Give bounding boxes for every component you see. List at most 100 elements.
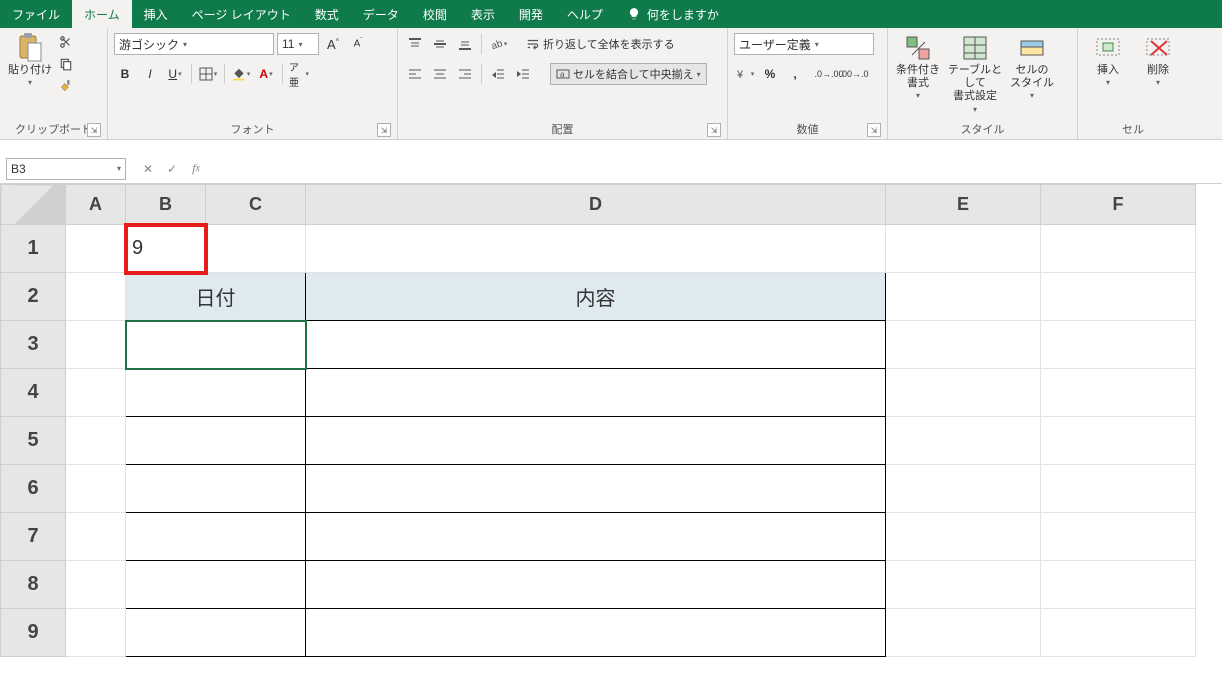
decrease-indent-button[interactable]	[487, 63, 509, 85]
tab-insert[interactable]: 挿入	[132, 0, 180, 28]
bold-button[interactable]: B	[114, 63, 136, 85]
cell-E7[interactable]	[886, 513, 1041, 561]
row-header-7[interactable]: 7	[1, 513, 66, 561]
cell-E2[interactable]	[886, 273, 1041, 321]
col-header-A[interactable]: A	[66, 185, 126, 225]
cell-D5[interactable]	[306, 417, 886, 465]
cell-F1[interactable]	[1041, 225, 1196, 273]
cell-F4[interactable]	[1041, 369, 1196, 417]
italic-button[interactable]: I	[139, 63, 161, 85]
merge-center-button[interactable]: a セルを結合して中央揃え ▾	[550, 63, 707, 85]
cell-F3[interactable]	[1041, 321, 1196, 369]
cell-F7[interactable]	[1041, 513, 1196, 561]
cell-D8[interactable]	[306, 561, 886, 609]
tab-developer[interactable]: 開発	[507, 0, 555, 28]
cell-A4[interactable]	[66, 369, 126, 417]
wrap-text-button[interactable]: 折り返して全体を表示する	[525, 33, 676, 55]
cell-B2C2[interactable]: 日付	[126, 273, 306, 321]
row-header-9[interactable]: 9	[1, 609, 66, 657]
cell-B6C6[interactable]	[126, 465, 306, 513]
comma-button[interactable]: ,	[784, 63, 806, 85]
tab-review[interactable]: 校閲	[411, 0, 459, 28]
align-bottom-button[interactable]	[454, 33, 476, 55]
tab-data[interactable]: データ	[351, 0, 411, 28]
accounting-format-button[interactable]: ¥	[734, 63, 756, 85]
name-box[interactable]: B3 ▾	[6, 158, 126, 180]
cut-button[interactable]	[56, 32, 76, 52]
copy-button[interactable]	[56, 54, 76, 74]
col-header-E[interactable]: E	[886, 185, 1041, 225]
tab-file[interactable]: ファイル	[0, 0, 72, 28]
tab-home[interactable]: ホーム	[72, 0, 132, 28]
cell-F2[interactable]	[1041, 273, 1196, 321]
col-header-F[interactable]: F	[1041, 185, 1196, 225]
fill-color-button[interactable]	[230, 63, 252, 85]
cell-E3[interactable]	[886, 321, 1041, 369]
tab-view[interactable]: 表示	[459, 0, 507, 28]
cancel-edit-button[interactable]: ✕	[136, 158, 160, 180]
number-format-select[interactable]: ユーザー定義▾	[734, 33, 874, 55]
cell-D2[interactable]: 内容	[306, 273, 886, 321]
col-header-D[interactable]: D	[306, 185, 886, 225]
number-launcher[interactable]: ⇲	[867, 123, 881, 137]
confirm-edit-button[interactable]: ✓	[160, 158, 184, 180]
cell-F9[interactable]	[1041, 609, 1196, 657]
increase-indent-button[interactable]	[512, 63, 534, 85]
cell-A6[interactable]	[66, 465, 126, 513]
increase-decimal-button[interactable]: .0→.00	[818, 63, 840, 85]
tab-help[interactable]: ヘルプ	[555, 0, 615, 28]
cell-B5C5[interactable]	[126, 417, 306, 465]
cell-B1[interactable]: 9	[126, 225, 206, 273]
cell-E5[interactable]	[886, 417, 1041, 465]
row-header-5[interactable]: 5	[1, 417, 66, 465]
format-as-table-button[interactable]: テーブルとして 書式設定▾	[944, 32, 1006, 116]
phonetic-button[interactable]: ア亜	[288, 63, 310, 85]
cell-C1[interactable]	[206, 225, 306, 273]
cell-E9[interactable]	[886, 609, 1041, 657]
align-middle-button[interactable]	[429, 33, 451, 55]
cell-styles-button[interactable]: セルの スタイル▾	[1008, 32, 1056, 103]
cell-D9[interactable]	[306, 609, 886, 657]
cell-D6[interactable]	[306, 465, 886, 513]
cell-A1[interactable]	[66, 225, 126, 273]
decrease-decimal-button[interactable]: .00→.0	[843, 63, 865, 85]
cell-E1[interactable]	[886, 225, 1041, 273]
font-name-select[interactable]: 游ゴシック▾	[114, 33, 274, 55]
select-all-corner[interactable]	[1, 185, 66, 225]
cell-E4[interactable]	[886, 369, 1041, 417]
cell-B7C7[interactable]	[126, 513, 306, 561]
cell-F5[interactable]	[1041, 417, 1196, 465]
cell-A9[interactable]	[66, 609, 126, 657]
cell-E6[interactable]	[886, 465, 1041, 513]
cell-D7[interactable]	[306, 513, 886, 561]
format-painter-button[interactable]	[56, 76, 76, 96]
worksheet-grid[interactable]: A B C D E F 1 9 2 日付 内容 3 4	[0, 184, 1222, 657]
conditional-format-button[interactable]: 条件付き 書式▾	[894, 32, 942, 103]
row-header-1[interactable]: 1	[1, 225, 66, 273]
cell-B8C8[interactable]	[126, 561, 306, 609]
cell-A7[interactable]	[66, 513, 126, 561]
alignment-launcher[interactable]: ⇲	[707, 123, 721, 137]
cell-B4C4[interactable]	[126, 369, 306, 417]
borders-button[interactable]	[197, 63, 219, 85]
col-header-C[interactable]: C	[206, 185, 306, 225]
cell-D4[interactable]	[306, 369, 886, 417]
clipboard-launcher[interactable]: ⇲	[87, 123, 101, 137]
cell-A5[interactable]	[66, 417, 126, 465]
align-right-button[interactable]	[454, 63, 476, 85]
font-color-button[interactable]: A	[255, 63, 277, 85]
font-size-select[interactable]: 11▾	[277, 33, 319, 55]
cell-D3[interactable]	[306, 321, 886, 369]
align-top-button[interactable]	[404, 33, 426, 55]
font-launcher[interactable]: ⇲	[377, 123, 391, 137]
row-header-6[interactable]: 6	[1, 465, 66, 513]
tab-page-layout[interactable]: ページ レイアウト	[180, 0, 303, 28]
cell-A2[interactable]	[66, 273, 126, 321]
decrease-font-button[interactable]: Aˇ	[347, 33, 369, 55]
formula-input[interactable]	[208, 158, 1222, 180]
underline-button[interactable]: U	[164, 63, 186, 85]
cell-B9C9[interactable]	[126, 609, 306, 657]
paste-button[interactable]: 貼り付け ▾	[6, 32, 54, 90]
insert-function-button[interactable]: fx	[184, 158, 208, 180]
row-header-2[interactable]: 2	[1, 273, 66, 321]
